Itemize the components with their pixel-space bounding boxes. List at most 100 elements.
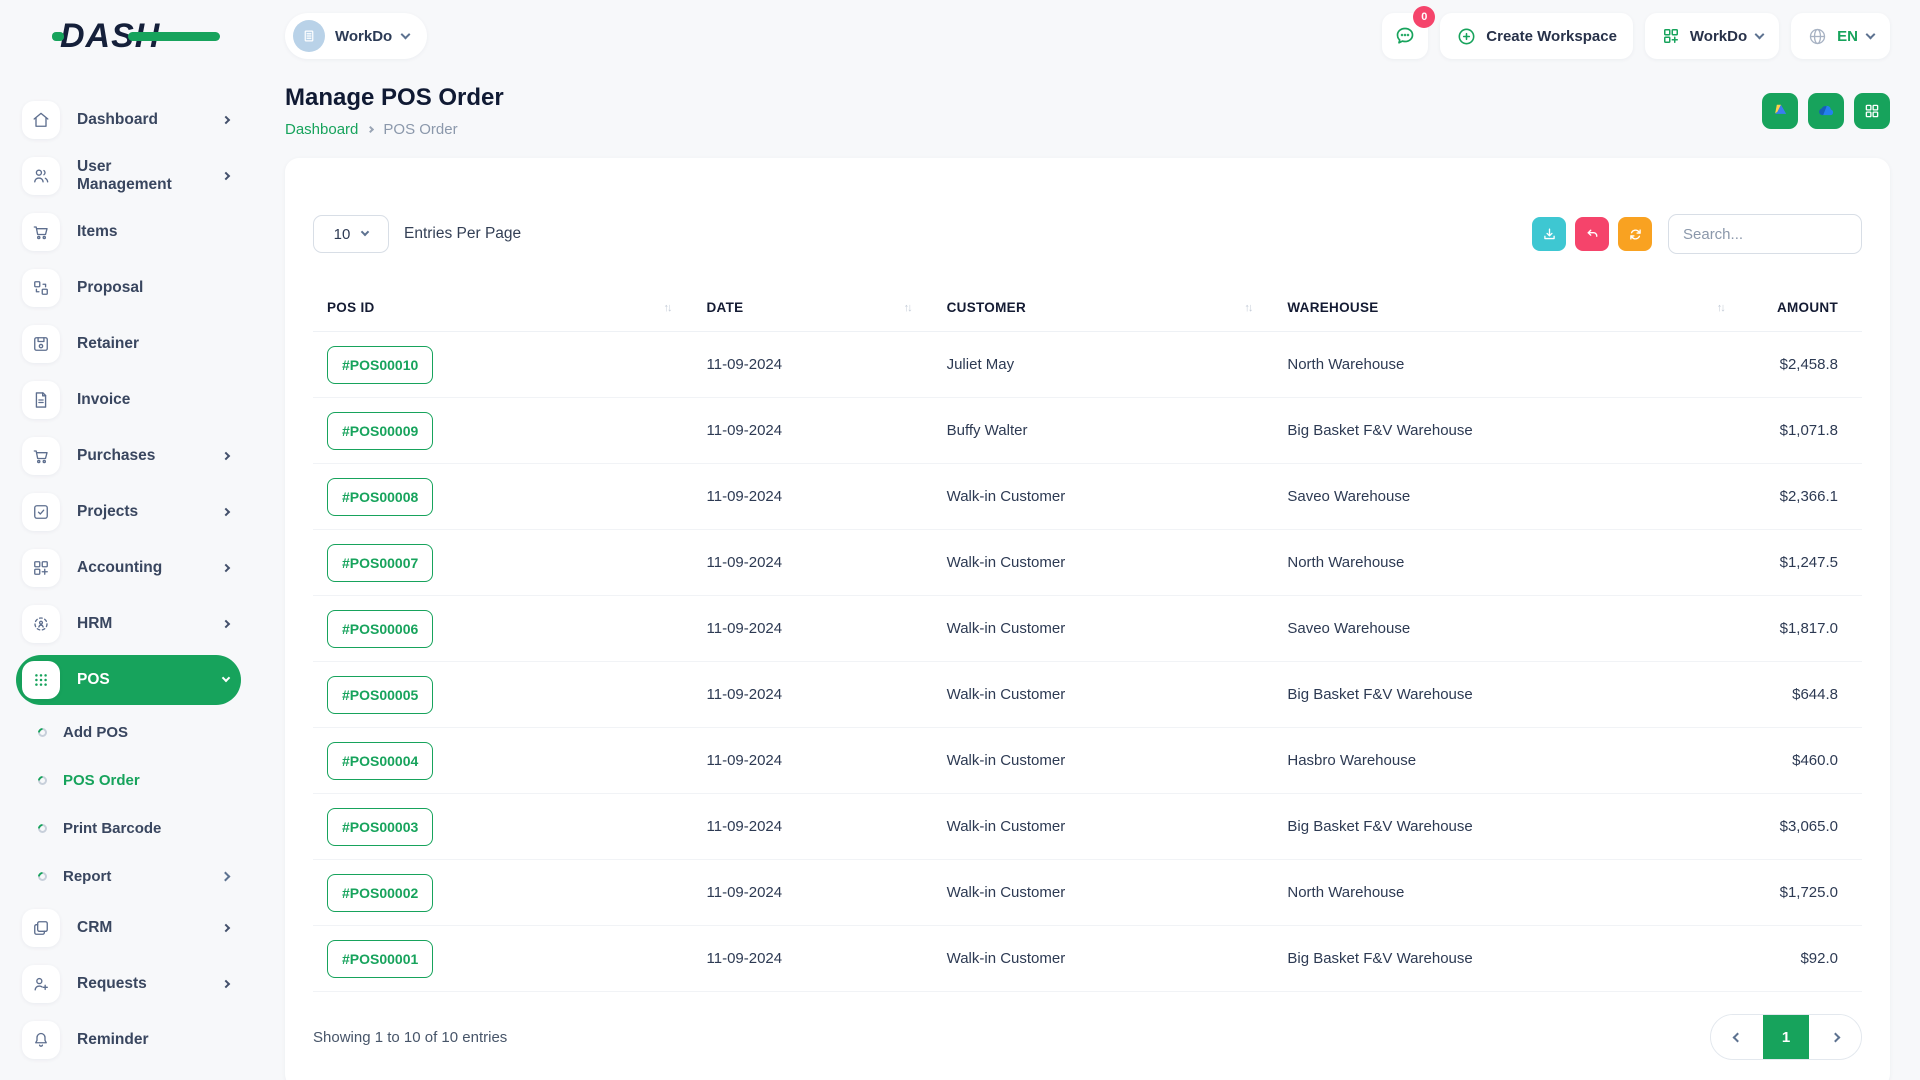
pos-id-badge[interactable]: #POS00001 (327, 940, 433, 978)
chevron-down-icon (401, 29, 411, 39)
pagination: 1 (1710, 1014, 1862, 1060)
pos-id-badge[interactable]: #POS00008 (327, 478, 433, 516)
sidebar-item-pos[interactable]: POS (16, 655, 241, 705)
warehouse-cell: North Warehouse (1273, 332, 1745, 398)
messages-button[interactable]: 0 (1382, 13, 1428, 59)
table-row: #POS00007 11-09-2024 Walk-in Customer No… (313, 530, 1862, 596)
date-cell: 11-09-2024 (693, 398, 933, 464)
sidebar-subitem-pos-order[interactable]: POS Order (16, 756, 241, 804)
next-page-button[interactable] (1809, 1015, 1861, 1059)
pos-id-badge[interactable]: #POS00005 (327, 676, 433, 714)
column-header-warehouse[interactable]: WAREHOUSE↑↓ (1273, 284, 1745, 332)
customer-cell: Walk-in Customer (933, 860, 1274, 926)
sort-icon[interactable]: ↑↓ (664, 302, 683, 314)
search-input[interactable] (1668, 214, 1862, 254)
cart-icon (22, 437, 60, 475)
page-title: Manage POS Order (285, 84, 504, 112)
workdo-menu-button[interactable]: WorkDo (1645, 13, 1779, 59)
cart-icon (22, 213, 60, 251)
home-icon (22, 101, 60, 139)
sidebar-item-items[interactable]: Items (16, 204, 241, 260)
create-workspace-button[interactable]: Create Workspace (1440, 13, 1633, 59)
current-page[interactable]: 1 (1763, 1015, 1809, 1059)
sidebar-subitem-report[interactable]: Report (16, 852, 241, 900)
onedrive-icon (1815, 100, 1837, 122)
entries-value: 10 (334, 226, 351, 243)
chevron-right-icon (222, 620, 230, 628)
export-button[interactable] (1532, 217, 1566, 251)
chevron-right-icon (1830, 1032, 1840, 1042)
chevron-right-icon (222, 564, 230, 572)
globe-icon (1807, 26, 1828, 47)
workspace-selector[interactable]: WorkDo (285, 13, 427, 59)
pos-id-badge[interactable]: #POS00002 (327, 874, 433, 912)
customer-cell: Walk-in Customer (933, 662, 1274, 728)
sort-icon[interactable]: ↑↓ (1717, 302, 1736, 314)
table-row: #POS00008 11-09-2024 Walk-in Customer Sa… (313, 464, 1862, 530)
workspace-avatar (293, 20, 325, 52)
sidebar-item-hrm[interactable]: HRM (16, 596, 241, 652)
breadcrumb-dashboard-link[interactable]: Dashboard (285, 121, 358, 138)
date-cell: 11-09-2024 (693, 794, 933, 860)
google-drive-button[interactable] (1762, 93, 1798, 129)
bullet-icon (36, 822, 49, 835)
grid-dots-icon (22, 661, 60, 699)
onedrive-button[interactable] (1808, 93, 1844, 129)
sidebar-item-accounting[interactable]: Accounting (16, 540, 241, 596)
column-header-pos-id[interactable]: POS ID↑↓ (313, 284, 693, 332)
warehouse-cell: Saveo Warehouse (1273, 596, 1745, 662)
bullet-icon (36, 726, 49, 739)
chevron-right-icon (221, 871, 231, 881)
table-row: #POS00005 11-09-2024 Walk-in Customer Bi… (313, 662, 1862, 728)
pos-id-badge[interactable]: #POS00009 (327, 412, 433, 450)
grid-view-button[interactable] (1854, 93, 1890, 129)
column-header-date[interactable]: DATE↑↓ (693, 284, 933, 332)
sidebar-item-proposal[interactable]: Proposal (16, 260, 241, 316)
grid-plus-icon (22, 549, 60, 587)
sidebar-item-purchases[interactable]: Purchases (16, 428, 241, 484)
entries-per-page-select[interactable]: 10 (313, 215, 389, 253)
sidebar-subitem-add-pos[interactable]: Add POS (16, 708, 241, 756)
pos-id-badge[interactable]: #POS00003 (327, 808, 433, 846)
grid-plus-icon (1661, 26, 1681, 46)
sidebar-item-invoice[interactable]: Invoice (16, 372, 241, 428)
pos-id-badge[interactable]: #POS00006 (327, 610, 433, 648)
language-selector[interactable]: EN (1791, 13, 1890, 59)
pos-id-badge[interactable]: #POS00010 (327, 346, 433, 384)
brand-logo[interactable]: DASH (60, 17, 160, 56)
refresh-button[interactable] (1618, 217, 1652, 251)
google-drive-icon (1770, 101, 1790, 121)
sidebar-item-requests[interactable]: Requests (16, 956, 241, 1012)
previous-page-button[interactable] (1711, 1015, 1763, 1059)
chevron-right-icon (222, 508, 230, 516)
customer-cell: Buffy Walter (933, 398, 1274, 464)
table-row: #POS00009 11-09-2024 Buffy Walter Big Ba… (313, 398, 1862, 464)
pos-id-badge[interactable]: #POS00004 (327, 742, 433, 780)
sidebar-item-crm[interactable]: CRM (16, 900, 241, 956)
undo-icon (1584, 226, 1601, 243)
plus-circle-icon (1456, 26, 1477, 47)
entries-per-page-label: Entries Per Page (404, 225, 521, 243)
date-cell: 11-09-2024 (693, 662, 933, 728)
sort-icon[interactable]: ↑↓ (904, 302, 923, 314)
floppy-icon (22, 325, 60, 363)
sidebar-item-dashboard[interactable]: Dashboard (16, 92, 241, 148)
column-header-amount[interactable]: AMOUNT (1746, 284, 1862, 332)
document-icon (22, 381, 60, 419)
sidebar-item-retainer[interactable]: Retainer (16, 316, 241, 372)
sort-icon[interactable]: ↑↓ (1244, 302, 1263, 314)
reset-button[interactable] (1575, 217, 1609, 251)
sidebar-item-projects[interactable]: Projects (16, 484, 241, 540)
warehouse-cell: Hasbro Warehouse (1273, 728, 1745, 794)
sidebar-item-reminder[interactable]: Reminder (16, 1012, 241, 1068)
amount-cell: $92.0 (1746, 926, 1862, 992)
sidebar-item-user-management[interactable]: User Management (16, 148, 241, 204)
warehouse-cell: North Warehouse (1273, 860, 1745, 926)
breadcrumb-current: POS Order (383, 121, 457, 138)
column-header-customer[interactable]: CUSTOMER↑↓ (933, 284, 1274, 332)
pos-id-badge[interactable]: #POS00007 (327, 544, 433, 582)
sidebar-subitem-print-barcode[interactable]: Print Barcode (16, 804, 241, 852)
amount-cell: $1,817.0 (1746, 596, 1862, 662)
users-icon (22, 157, 60, 195)
date-cell: 11-09-2024 (693, 596, 933, 662)
